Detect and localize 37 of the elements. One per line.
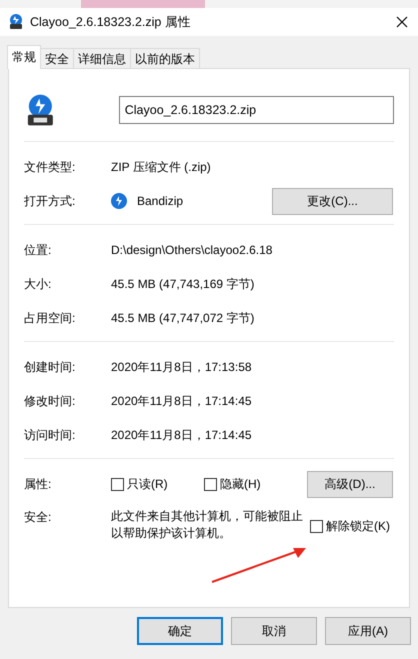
dialog-button[interactable]: 取消 [231,617,317,645]
field-value: 2020年11月8日，17:13:58 [111,359,252,376]
window-title: Clayoo_2.6.18323.2.zip 属性 [30,14,192,31]
field-value: 45.5 MB (47,747,072 字节) [111,310,254,327]
field-label: 属性: [24,476,52,493]
app-icon [111,193,127,209]
field-label: 位置: [24,242,52,259]
zip-file-icon [25,93,56,127]
advanced-button[interactable]: 高级(D)... [307,470,393,498]
dialog-button[interactable]: 应用(A) [325,617,411,645]
zip-icon [8,14,24,30]
field-label: 安全: [24,509,52,526]
dialog-button[interactable]: 确定 [137,617,223,645]
field-label: 占用空间: [24,310,76,327]
tab[interactable]: 安全 [40,48,74,68]
security-note: 此文件来自其他计算机，可能被阻止以帮助保护该计算机。 [111,508,304,542]
field-value: D:\design\Others\clayoo2.6.18 [111,242,272,259]
field-label: 文件类型: [24,159,76,176]
field-label: 大小: [24,276,52,293]
field-label: 访问时间: [24,427,76,444]
field-value: 2020年11月8日，17:14:45 [111,393,252,410]
field-label: 修改时间: [24,393,76,410]
checkbox[interactable]: 只读(R) [111,475,204,493]
tab[interactable]: 详细信息 [73,48,131,68]
field-value: ZIP 压缩文件 (.zip) [111,159,211,176]
field-value: 45.5 MB (47,743,169 字节) [111,276,254,293]
unblock-checkbox[interactable]: 解除锁定(K) [310,517,390,535]
change-button[interactable]: 更改(C)... [272,188,393,214]
file-name-field[interactable]: Clayoo_2.6.18323.2.zip [118,96,394,124]
field-label: 打开方式: [24,193,76,210]
field-label: 创建时间: [24,359,76,376]
field-value: 2020年11月8日，17:14:45 [111,427,252,444]
app-name: Bandizip [137,193,184,210]
checkbox[interactable]: 隐藏(H) [204,475,304,493]
close-icon[interactable] [396,16,408,28]
tab[interactable]: 常规 [7,45,41,69]
tab[interactable]: 以前的版本 [130,48,200,68]
